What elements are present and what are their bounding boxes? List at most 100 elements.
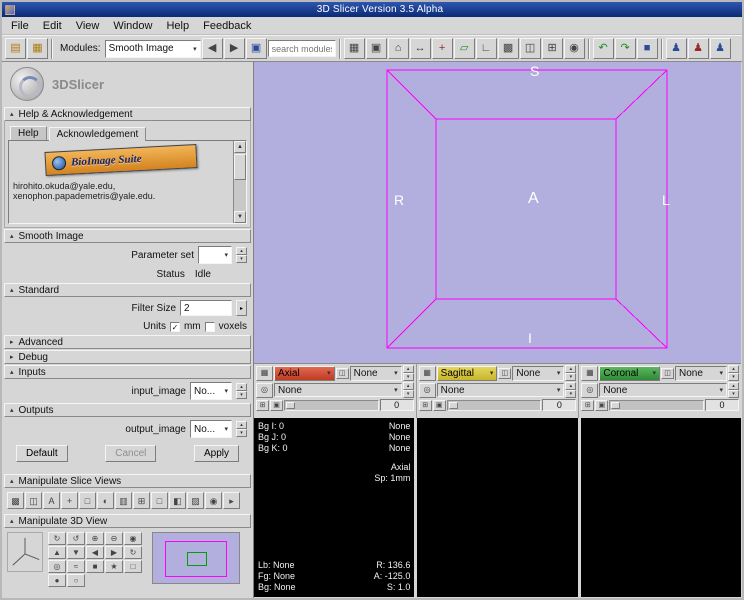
slice-fit-icon[interactable]: ⊞ xyxy=(256,400,269,411)
menu-view[interactable]: View xyxy=(70,19,106,33)
slices-more-icon[interactable]: ▸ xyxy=(223,492,240,509)
section-standard[interactable]: ▴ Standard xyxy=(4,283,251,297)
slice-link-icon[interactable]: ◫ xyxy=(336,368,349,379)
axes-widget-icon[interactable] xyxy=(7,532,43,572)
scroll-down-icon[interactable]: ▼ xyxy=(234,211,246,223)
slider-thumb[interactable] xyxy=(286,402,295,409)
module-search-input[interactable] xyxy=(268,40,336,57)
cancel-button[interactable]: Cancel xyxy=(105,445,156,462)
spin-up-icon[interactable]: ▴ xyxy=(728,365,739,373)
fiducials-module-icon[interactable]: + xyxy=(432,38,453,59)
measurements-module-icon[interactable]: ∟ xyxy=(476,38,497,59)
background-color-icon[interactable]: ■ xyxy=(86,560,104,573)
slices-label-opacity-icon[interactable]: □ xyxy=(151,492,168,509)
slider-thumb[interactable] xyxy=(611,402,620,409)
menu-feedback[interactable]: Feedback xyxy=(197,19,257,33)
transforms-module-icon[interactable]: ↔ xyxy=(410,38,431,59)
look-down-icon[interactable]: ▼ xyxy=(67,546,85,559)
menu-window[interactable]: Window xyxy=(107,19,158,33)
spin-down-icon[interactable]: ▾ xyxy=(403,390,414,398)
section-advanced[interactable]: ▸ Advanced xyxy=(4,335,251,349)
output-image-selector[interactable]: No... ▾ xyxy=(190,420,232,438)
layout-fourup-icon[interactable]: ⊞ xyxy=(542,38,563,59)
tab-help[interactable]: Help xyxy=(10,126,47,140)
slice-view-axial[interactable]: Bg I: 0 Bg J: 0 Bg K: 0 None None None A… xyxy=(254,418,414,597)
axes-visibility-icon[interactable]: □ xyxy=(124,560,142,573)
spin-down-icon[interactable]: ▾ xyxy=(236,391,247,399)
orientation-selector[interactable]: Coronal ▾ xyxy=(599,366,660,381)
spin-up-icon[interactable]: ▴ xyxy=(236,383,247,391)
orientation-selector[interactable]: Sagittal ▾ xyxy=(437,366,498,381)
section-inputs[interactable]: ▴ Inputs xyxy=(4,365,251,379)
slices-orientation-icon[interactable]: ⊞ xyxy=(133,492,150,509)
spin-down-icon[interactable]: ▾ xyxy=(565,373,576,381)
slice-link-icon[interactable]: ◫ xyxy=(661,368,674,379)
load-scene-icon[interactable]: ▤ xyxy=(5,38,26,59)
spin-up-icon[interactable]: ▴ xyxy=(565,382,576,390)
module-history-icon[interactable]: ▣ xyxy=(246,38,267,59)
spin-up-icon[interactable]: ▴ xyxy=(403,365,414,373)
fiducial-person-2-icon[interactable]: ♟ xyxy=(688,38,709,59)
section-smooth-image[interactable]: ▴ Smooth Image xyxy=(4,229,251,243)
slice-offset-slider[interactable] xyxy=(284,400,379,411)
spin-down-icon[interactable]: ▾ xyxy=(728,390,739,398)
scroll-up-icon[interactable]: ▲ xyxy=(234,141,246,153)
spin-down-icon[interactable]: ▾ xyxy=(728,373,739,381)
spin-down-icon[interactable]: ▾ xyxy=(403,373,414,381)
look-up-icon[interactable]: ▲ xyxy=(48,546,66,559)
view3d-navigation-thumbnail[interactable] xyxy=(152,532,240,584)
module-prev-icon[interactable]: ◀ xyxy=(202,38,223,59)
slices-annotations-icon[interactable]: A xyxy=(43,492,60,509)
spin-icon[interactable]: ↻ xyxy=(48,532,66,545)
models-module-icon[interactable]: ⌂ xyxy=(388,38,409,59)
spin-down-icon[interactable]: ▾ xyxy=(565,390,576,398)
units-voxels-checkbox[interactable] xyxy=(205,322,215,332)
spin-up-icon[interactable]: ▴ xyxy=(236,421,247,429)
menu-file[interactable]: File xyxy=(5,19,35,33)
spin-down-icon[interactable]: ▾ xyxy=(236,255,247,263)
slice-link-icon[interactable]: ◫ xyxy=(498,368,511,379)
spin-up-icon[interactable]: ▴ xyxy=(728,382,739,390)
scrollbar-thumb[interactable] xyxy=(234,154,246,180)
save-data-icon[interactable]: ■ xyxy=(637,38,658,59)
foreground-selector[interactable]: None ▾ xyxy=(675,366,727,381)
zoom-in-icon[interactable]: ⊕ xyxy=(86,532,104,545)
screenshot-icon[interactable]: ◉ xyxy=(564,38,585,59)
slice-view-coronal[interactable] xyxy=(581,418,741,597)
volumes-module-icon[interactable]: ▣ xyxy=(366,38,387,59)
slice-menu-icon[interactable]: ▦ xyxy=(581,366,598,381)
scrollbar[interactable]: ▲ ▼ xyxy=(233,141,246,223)
filter-size-input[interactable]: 2 xyxy=(180,300,232,316)
foreground-selector[interactable]: None ▾ xyxy=(350,366,402,381)
title-bar[interactable]: 3D Slicer Version 3.5 Alpha xyxy=(2,2,742,17)
slice-offset-entry[interactable]: 0 xyxy=(380,399,414,411)
slices-compositing-icon[interactable]: ◐ xyxy=(97,492,114,509)
units-mm-checkbox[interactable]: ✓ xyxy=(170,322,180,332)
save-scene-icon[interactable]: ▦ xyxy=(27,38,48,59)
screenshot-3d-icon[interactable]: ◉ xyxy=(124,532,142,545)
redo-icon[interactable]: ↷ xyxy=(615,38,636,59)
slice-visibility-icon[interactable]: ◎ xyxy=(256,383,273,398)
slices-visibility-icon[interactable]: ▩ xyxy=(7,492,24,509)
section-outputs[interactable]: ▴ Outputs xyxy=(4,403,251,417)
layout-conventional-icon[interactable]: ◫ xyxy=(520,38,541,59)
input-image-selector[interactable]: No... ▾ xyxy=(190,382,232,400)
undo-icon[interactable]: ↶ xyxy=(593,38,614,59)
foreground-selector[interactable]: None ▾ xyxy=(512,366,564,381)
section-manipulate-slice-views[interactable]: ▴ Manipulate Slice Views xyxy=(4,474,251,488)
orientation-selector[interactable]: Axial ▾ xyxy=(274,366,335,381)
slice-label-icon[interactable]: ▣ xyxy=(433,400,446,411)
slider-thumb[interactable] xyxy=(449,402,458,409)
tab-acknowledgement[interactable]: Acknowledgement xyxy=(49,127,147,141)
rock-icon[interactable]: ↺ xyxy=(67,532,85,545)
units-voxels-label[interactable]: voxels xyxy=(219,321,247,332)
slices-fit-icon[interactable]: ◫ xyxy=(25,492,42,509)
slices-interpolation-icon[interactable]: ▨ xyxy=(187,492,204,509)
headlight-icon[interactable]: ★ xyxy=(105,560,123,573)
slices-spatial-units-icon[interactable]: □ xyxy=(79,492,96,509)
data-module-icon[interactable]: ▦ xyxy=(344,38,365,59)
background-selector[interactable]: None ▾ xyxy=(599,383,727,397)
section-manipulate-3d-view[interactable]: ▴ Manipulate 3D View xyxy=(4,514,251,528)
slice-view-sagittal[interactable] xyxy=(417,418,577,597)
section-help-acknowledgement[interactable]: ▴ Help & Acknowledgement xyxy=(4,107,251,121)
